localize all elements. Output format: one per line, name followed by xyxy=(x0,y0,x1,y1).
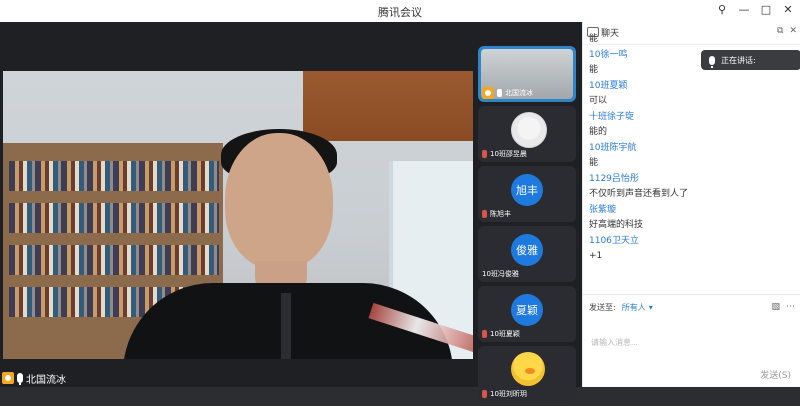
participant-name: 陈旭丰 xyxy=(490,210,511,218)
chat-message-text: 好高端的科技 xyxy=(589,220,644,230)
send-button[interactable]: 发送(S) xyxy=(760,368,791,381)
chat-divider xyxy=(583,294,800,295)
presenter xyxy=(123,129,473,359)
minimize-icon[interactable]: — xyxy=(738,3,750,16)
close-icon[interactable]: ✕ xyxy=(789,26,797,36)
send-to: 发送至: 所有人 ▾ xyxy=(589,302,653,313)
participant-label: 10班冯俊雅 xyxy=(482,269,519,279)
chat-message-text: 能 xyxy=(589,34,599,44)
send-to-label: 发送至: xyxy=(589,303,616,312)
meeting-stage: 北国流冰 北国流冰 10班邵昱晨 旭丰 陈旭丰 俊雅 10班冯俊雅 夏颖 10班… xyxy=(0,22,582,402)
participant-name: 10班邵昱晨 xyxy=(490,150,527,158)
participant-tile[interactable]: 夏颖 10班夏颖 xyxy=(478,286,576,342)
participant-tile[interactable]: 俊雅 10班冯俊雅 xyxy=(478,226,576,282)
host-icon xyxy=(482,87,494,99)
chat-message-text: 能 xyxy=(589,65,599,75)
image-icon[interactable]: ▧ xyxy=(771,302,780,312)
title-bar: 腾讯会议 ⚲ — □ ✕ xyxy=(0,0,800,23)
mic-muted-icon xyxy=(482,330,487,338)
mic-muted-icon xyxy=(482,210,487,218)
window-controls: ⚲ — □ ✕ xyxy=(716,3,794,16)
participant-tile[interactable]: 10班刘昕玥 xyxy=(478,346,576,402)
participant-name: 10班刘昕玥 xyxy=(490,390,527,398)
more-icon[interactable]: ⋯ xyxy=(786,302,795,312)
chat-messages: 能 10徐一鸣能 10班夏颖 可以 十班徐子琁 能的 10班陈宇航能 1129吕怡彤 不仅听到声… xyxy=(589,32,699,292)
recipient-value: 所有人 xyxy=(621,303,646,312)
app-title: 腾讯会议 xyxy=(378,6,422,19)
participant-label: 10班邵昱晨 xyxy=(482,149,527,159)
main-video[interactable] xyxy=(3,71,473,359)
chat-message-text: 能的 xyxy=(589,127,608,137)
participant-name: 北国流冰 xyxy=(505,89,533,97)
participant-label: 陈旭丰 xyxy=(482,209,511,219)
avatar: 夏颖 xyxy=(511,294,543,326)
participant-label: 10班夏颖 xyxy=(482,329,520,339)
mic-icon xyxy=(17,373,23,385)
chat-sender-name: 10徐一鸣 xyxy=(589,49,628,60)
participant-name: 10班冯俊雅 xyxy=(482,270,519,278)
chat-input[interactable] xyxy=(589,316,798,368)
mic-muted-icon xyxy=(482,150,487,158)
chat-tools: ▧ ⋯ xyxy=(771,302,795,312)
chat-panel: 聊天 ⧉ ✕ 能 10徐一鸣能 10班夏颖 可以 十班徐子琁 能的 10班陈宇航能 1129吕… xyxy=(582,22,800,387)
chat-sender-name: 10班陈宇航 xyxy=(589,142,637,153)
chat-sender-name: 1106卫天立 xyxy=(589,235,639,246)
popout-icon[interactable]: ⧉ xyxy=(777,26,783,36)
chat-sender-name: 10班夏颖 xyxy=(589,80,628,91)
host-icon xyxy=(2,372,14,384)
close-icon[interactable]: ✕ xyxy=(782,3,794,16)
participant-tile[interactable]: 旭丰 陈旭丰 xyxy=(478,166,576,222)
presenter-face xyxy=(225,133,333,269)
avatar: 俊雅 xyxy=(511,234,543,266)
participant-name: 10班夏颖 xyxy=(490,330,520,338)
participant-label: 北国流冰 xyxy=(482,87,533,99)
speaking-indicator: 正在讲话: xyxy=(701,50,800,70)
chat-message-text: 可以 xyxy=(589,96,608,106)
jacket-zipper xyxy=(281,293,291,359)
participant-tile[interactable]: 北国流冰 xyxy=(478,46,576,102)
avatar: 旭丰 xyxy=(511,174,543,206)
participant-label: 10班刘昕玥 xyxy=(482,389,527,399)
chat-actions: ⧉ ✕ xyxy=(777,26,797,36)
maximize-icon[interactable]: □ xyxy=(760,3,772,16)
chevron-down-icon: ▾ xyxy=(648,303,653,312)
recipient-select[interactable]: 所有人 ▾ xyxy=(622,302,653,313)
mic-icon xyxy=(497,89,502,97)
main-speaker-label: 北国流冰 xyxy=(2,371,66,386)
chat-sender-name: 张紫璇 xyxy=(589,204,617,215)
mic-muted-icon xyxy=(482,390,487,398)
duck-beak xyxy=(525,368,535,374)
pin-icon[interactable]: ⚲ xyxy=(716,3,728,16)
avatar xyxy=(511,112,547,148)
chat-message-text: 能 xyxy=(589,158,599,168)
chat-message-text: +1 xyxy=(589,251,603,261)
cabinet xyxy=(303,71,473,141)
chat-sender-name: 十班徐子琁 xyxy=(589,111,635,122)
chat-message-text: 不仅听到声音还看到人了 xyxy=(589,189,689,199)
speaking-label: 正在讲话: xyxy=(721,55,756,65)
participant-tile[interactable]: 10班邵昱晨 xyxy=(478,106,576,162)
participant-list: 北国流冰 10班邵昱晨 旭丰 陈旭丰 俊雅 10班冯俊雅 夏颖 10班夏颖 10… xyxy=(478,46,576,406)
main-speaker-name: 北国流冰 xyxy=(26,374,66,386)
chat-sender-name: 1129吕怡彤 xyxy=(589,173,639,184)
mic-icon xyxy=(709,55,715,68)
